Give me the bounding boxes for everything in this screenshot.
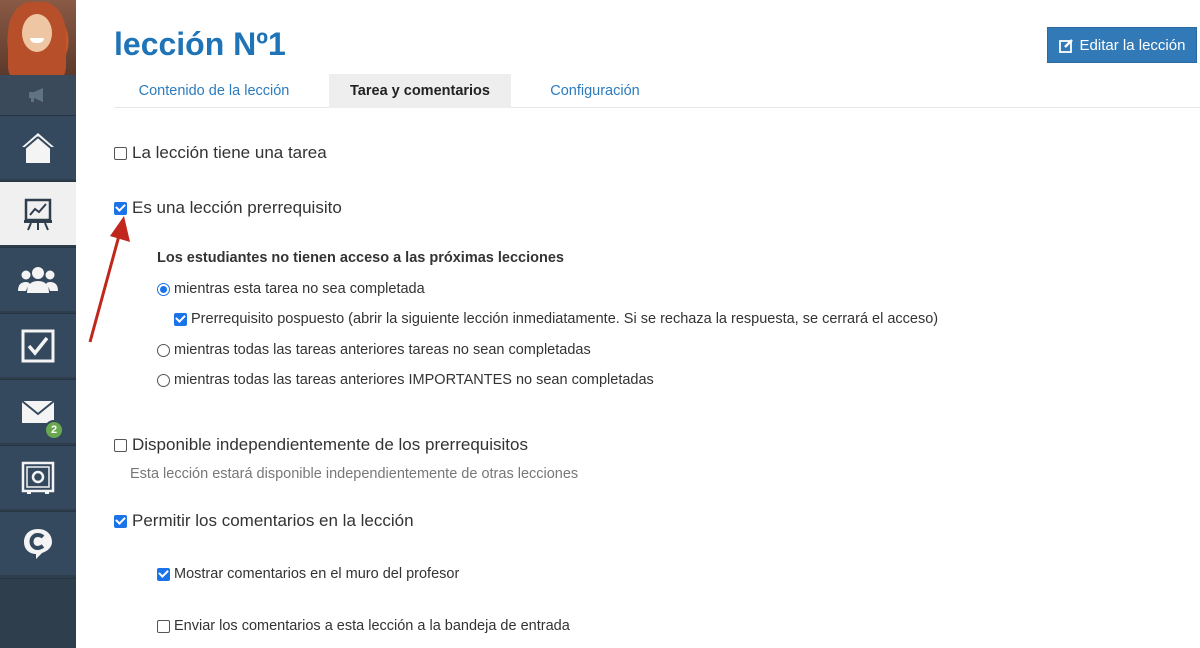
independent-row: Disponible independientemente de los pre… xyxy=(114,435,528,455)
option-label-current-task[interactable]: mientras esta tarea no sea completada xyxy=(174,281,425,297)
show-wall-checkbox[interactable] xyxy=(157,567,170,581)
users-icon xyxy=(18,266,58,293)
sidebar-item-chat[interactable] xyxy=(0,511,76,575)
option-radio-all-tasks[interactable] xyxy=(157,343,170,357)
megaphone-icon xyxy=(29,88,43,102)
page-title: lección Nº1 xyxy=(114,26,286,62)
postponed-label[interactable]: Prerrequisito pospuesto (abrir la siguie… xyxy=(191,311,938,327)
safe-icon xyxy=(21,461,55,494)
has-task-checkbox[interactable] xyxy=(114,146,127,160)
has-task-row: La lección tiene una tarea xyxy=(114,143,327,163)
option-radio-current-task[interactable] xyxy=(157,282,170,296)
sidebar-footer xyxy=(0,578,76,648)
edit-lesson-label: Editar la lección xyxy=(1079,36,1186,54)
sidebar-item-tasks[interactable] xyxy=(0,313,76,377)
has-task-label[interactable]: La lección tiene una tarea xyxy=(132,143,327,163)
comments-label[interactable]: Permitir los comentarios en la lección xyxy=(132,511,414,531)
send-inbox-label[interactable]: Enviar los comentarios a esta lección a … xyxy=(174,618,570,634)
presentation-chart-icon xyxy=(24,198,52,230)
send-inbox-checkbox[interactable] xyxy=(157,619,170,633)
show-wall-row: Mostrar comentarios en el muro del profe… xyxy=(157,566,459,582)
send-inbox-row: Enviar los comentarios a esta lección a … xyxy=(157,618,570,634)
annotation-arrow-icon xyxy=(88,216,130,343)
avatar[interactable] xyxy=(0,0,76,75)
comments-checkbox[interactable] xyxy=(114,514,127,528)
avatar-face xyxy=(22,14,52,52)
edit-lesson-button[interactable]: Editar la lección xyxy=(1047,27,1197,63)
sidebar-toggle[interactable] xyxy=(0,75,76,115)
home-icon xyxy=(22,132,54,163)
comments-row: Permitir los comentarios en la lección xyxy=(114,511,414,531)
sidebar-item-messages[interactable]: 2 xyxy=(0,379,76,443)
tab-bar: Contenido de la lección Tarea y comentar… xyxy=(114,74,1200,108)
independent-label[interactable]: Disponible independientemente de los pre… xyxy=(132,435,528,455)
edit-icon xyxy=(1058,38,1073,53)
tab-task-comments[interactable]: Tarea y comentarios xyxy=(329,74,511,108)
postponed-checkbox[interactable] xyxy=(174,312,187,326)
show-wall-label[interactable]: Mostrar comentarios en el muro del profe… xyxy=(174,566,459,582)
chat-c-icon xyxy=(24,528,52,559)
independent-checkbox[interactable] xyxy=(114,438,127,452)
sidebar-item-home[interactable] xyxy=(0,115,76,179)
option-row-current-task: mientras esta tarea no sea completada xyxy=(157,281,425,297)
access-heading: Los estudiantes no tienen acceso a las p… xyxy=(157,250,564,266)
sidebar-item-lessons[interactable] xyxy=(0,181,76,245)
unread-badge: 2 xyxy=(44,420,64,440)
option-row-all-tasks: mientras todas las tareas anteriores tar… xyxy=(157,342,591,358)
option-radio-important-tasks[interactable] xyxy=(157,373,170,387)
prerequisite-label[interactable]: Es una lección prerrequisito xyxy=(132,198,342,218)
tab-settings[interactable]: Configuración xyxy=(532,74,658,108)
option-label-all-tasks[interactable]: mientras todas las tareas anteriores tar… xyxy=(174,342,591,358)
sidebar: 2 xyxy=(0,0,76,648)
tab-content[interactable]: Contenido de la lección xyxy=(114,74,314,108)
independent-hint: Esta lección estará disponible independi… xyxy=(130,466,579,482)
option-label-important-tasks[interactable]: mientras todas las tareas anteriores IMP… xyxy=(174,372,654,388)
checkbox-icon xyxy=(21,329,55,362)
option-row-important-tasks: mientras todas las tareas anteriores IMP… xyxy=(157,372,654,388)
postponed-row: Prerrequisito pospuesto (abrir la siguie… xyxy=(174,311,938,327)
prerequisite-row: Es una lección prerrequisito xyxy=(114,198,342,218)
sidebar-item-users[interactable] xyxy=(0,247,76,311)
sidebar-item-settings[interactable] xyxy=(0,445,76,509)
